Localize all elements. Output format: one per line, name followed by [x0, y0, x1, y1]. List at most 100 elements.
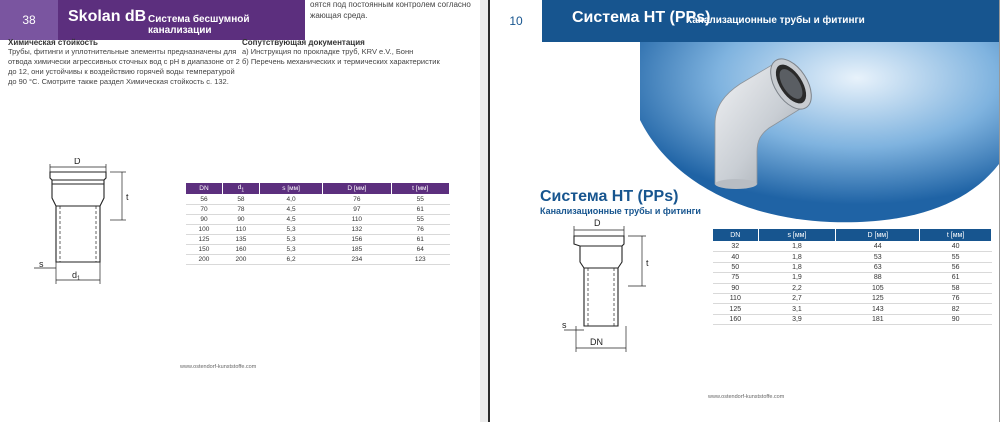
table-cell: 76: [391, 224, 450, 235]
table-cell: 78: [222, 204, 260, 215]
table-cell: 90: [185, 214, 223, 225]
brand-title: Skolan dB: [68, 8, 147, 25]
table-cell: 135: [222, 234, 260, 245]
left-dimensions-table: DN d1 s [мм] D [мм] t [мм] 56 58 4,0 76 55 7…: [185, 182, 451, 265]
table-cell: 53: [835, 251, 920, 263]
table-row: 56 58 4,0 76 55: [185, 194, 450, 205]
top-text-line: жающая среда.: [310, 11, 368, 20]
pipe-bend-image: [714, 58, 812, 189]
label-s: s: [39, 259, 44, 269]
label-D: D: [594, 218, 601, 228]
table-cell: 1,8: [758, 251, 836, 263]
table-cell: 3,1: [758, 303, 836, 315]
table-row: 90 90 4,5 110 55: [185, 214, 450, 225]
paragraph-line: Трубы, фитинги и уплотнительные элементы…: [8, 47, 237, 56]
header-subtitle: Система бесшумной канализации: [148, 14, 250, 36]
col-header: DN: [185, 182, 223, 195]
table-cell: 1,9: [758, 272, 836, 284]
table-cell: 32: [712, 241, 759, 253]
table-cell: 76: [322, 194, 392, 205]
left-page: 38 Skolan dB Система бесшумной канализац…: [0, 0, 480, 422]
col-header: t [мм]: [390, 182, 451, 195]
table-cell: 2,2: [758, 283, 836, 294]
label-t: t: [646, 258, 649, 268]
table-cell: 200: [222, 254, 260, 265]
table-cell: 123: [391, 254, 450, 265]
table-row: 40 1,8 53 55: [712, 251, 992, 263]
table-cell: 125: [185, 234, 223, 245]
table-cell: 50: [712, 262, 759, 274]
col-header: D [мм]: [322, 182, 392, 195]
table-cell: 100: [185, 224, 223, 235]
table-cell: 55: [391, 194, 450, 205]
paragraph-line: а) Инструкция по прокладке труб, KRV e.V…: [242, 47, 414, 56]
pipe-dimension-diagram: D t s DN: [562, 218, 649, 352]
table-cell: 4,5: [259, 204, 323, 215]
table-cell: 70: [185, 204, 223, 215]
table-cell: 110: [222, 224, 260, 235]
paragraph-line: отвода химически агрессивных сточных вод…: [8, 57, 240, 66]
label-t: t: [126, 192, 129, 202]
table-row: 160 3,9 181 90: [712, 314, 992, 326]
paragraph-line: до 90 °C. Смотрите также раздел Химическ…: [8, 77, 229, 86]
table-cell: 150: [185, 244, 223, 255]
footer-url[interactable]: www.ostendorf-kunststoffe.com: [708, 394, 784, 400]
table-cell: 3,9: [758, 314, 836, 326]
label-DN: DN: [590, 337, 603, 347]
table-cell: 61: [391, 234, 450, 245]
table-cell: 160: [222, 244, 260, 255]
left-page-number: 38: [0, 0, 58, 40]
col-header: s [мм]: [757, 228, 837, 242]
table-cell: 125: [712, 303, 759, 315]
col-header: t [мм]: [919, 228, 992, 242]
table-cell: 5,3: [259, 224, 323, 235]
right-page-header: 10 Система HT (PPs) Канализационные труб…: [490, 0, 999, 42]
table-cell: 58: [919, 283, 992, 294]
section-title-docs: Сопутствующая документация: [242, 38, 365, 47]
right-page: 10 Система HT (PPs) Канализационные труб…: [488, 0, 1000, 422]
table-cell: 63: [835, 262, 920, 274]
table-cell: 90: [712, 283, 759, 294]
table-cell: 185: [322, 244, 392, 255]
header-subtitle: Канализационные трубы и фитинги: [686, 15, 865, 26]
col-header: DN: [712, 228, 759, 242]
table-cell: 40: [712, 251, 759, 263]
table-cell: 5,3: [259, 244, 323, 255]
page-subtitle: Канализационные трубы и фитинги: [540, 206, 701, 216]
table-row: 32 1,8 44 40: [712, 241, 992, 253]
table-cell: 44: [835, 241, 920, 253]
right-dimensions-table: DN s [мм] D [мм] t [мм] 32 1,8 44 40 40 1,8 5…: [712, 228, 992, 326]
table-cell: 82: [919, 303, 992, 315]
table-cell: 40: [919, 241, 992, 253]
table-cell: 56: [919, 262, 992, 274]
table-cell: 55: [391, 214, 450, 225]
page-title: Система HT (PPs): [540, 188, 679, 205]
table-cell: 125: [835, 293, 920, 305]
table-cell: 61: [391, 204, 450, 215]
table-row: 110 2,7 125 76: [712, 293, 992, 305]
footer-url[interactable]: www.ostendorf-kunststoffe.com: [180, 364, 256, 370]
table-row: 125 135 5,3 156 61: [185, 234, 450, 245]
table-row: 100 110 5,3 132 76: [185, 224, 450, 235]
table-cell: 2,7: [758, 293, 836, 305]
table-cell: 76: [919, 293, 992, 305]
table-cell: 5,3: [259, 234, 323, 245]
table-cell: 4,5: [259, 214, 323, 225]
section-title-chemical: Химическая стойкость: [8, 38, 98, 47]
table-row: 200 200 6,2 234 123: [185, 254, 450, 265]
col-header: D [мм]: [835, 228, 921, 242]
table-cell: 75: [712, 272, 759, 284]
table-cell: 110: [712, 293, 759, 305]
paragraph-line: б) Перечень механических и термических х…: [242, 57, 440, 66]
table-cell: 88: [835, 272, 920, 284]
label-D: D: [74, 158, 81, 166]
table-cell: 181: [835, 314, 920, 326]
table-cell: 97: [322, 204, 392, 215]
paragraph-line: до 12, они устойчивы к воздействию горяч…: [8, 67, 235, 76]
table-cell: 1,8: [758, 241, 836, 253]
col-header: s [мм]: [258, 182, 324, 195]
page-gap: [480, 0, 488, 422]
table-cell: 6,2: [259, 254, 323, 265]
table-row: 90 2,2 105 58: [712, 283, 992, 294]
table-cell: 58: [222, 194, 260, 205]
